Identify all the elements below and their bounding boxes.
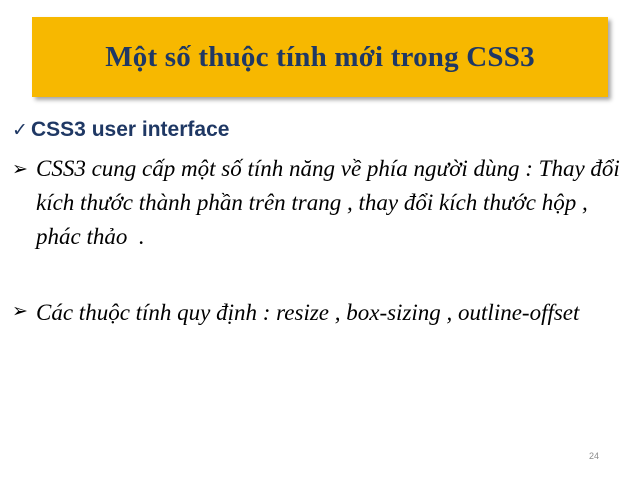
page-number: 24: [589, 451, 600, 461]
slide-content: ✓ CSS3 user interface ➢ CSS3 cung cấp mộ…: [12, 112, 622, 332]
section-heading-text: CSS3 user interface: [31, 118, 230, 141]
arrow-bullet-icon: ➢: [12, 300, 28, 322]
arrow-bullet-icon: ➢: [12, 158, 28, 180]
slide: Một số thuộc tính mới trong CSS3 ✓ CSS3 …: [0, 0, 638, 479]
section-heading: ✓ CSS3 user interface: [12, 112, 622, 148]
bullet-item: ➢ Các thuộc tính quy định : resize , box…: [12, 294, 622, 332]
bullet-text: Các thuộc tính quy định : resize , box-s…: [36, 300, 580, 325]
bullet-text: CSS3 cung cấp một số tính năng về phía n…: [36, 156, 626, 249]
title-banner: Một số thuộc tính mới trong CSS3: [32, 17, 608, 97]
slide-title: Một số thuộc tính mới trong CSS3: [105, 40, 535, 73]
checkmark-icon: ✓: [12, 119, 28, 141]
bullet-item: ➢ CSS3 cung cấp một số tính năng về phía…: [12, 152, 622, 294]
